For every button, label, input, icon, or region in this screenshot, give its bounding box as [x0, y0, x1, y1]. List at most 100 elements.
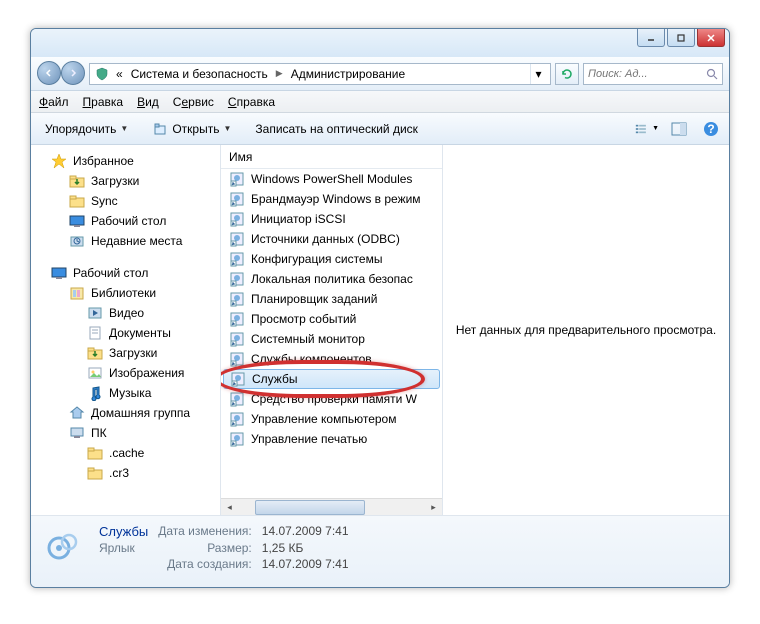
- navbar: « Система и безопасность ▶ Администриров…: [31, 57, 729, 91]
- sidebar-item-label: Загрузки: [109, 346, 157, 360]
- folder-icon: [87, 465, 103, 481]
- file-rows[interactable]: Windows PowerShell Modules Брандмауэр Win…: [221, 169, 442, 498]
- menu-view[interactable]: Вид: [137, 95, 159, 109]
- minimize-button[interactable]: [637, 29, 665, 47]
- file-row[interactable]: Конфигурация системы: [221, 249, 442, 269]
- docs-icon: [87, 325, 103, 341]
- sidebar-item[interactable]: ПК: [31, 423, 220, 443]
- address-dropdown[interactable]: ▾: [530, 64, 546, 84]
- menu-tools[interactable]: Сервис: [173, 95, 214, 109]
- details-size-label: Размер:: [158, 541, 252, 555]
- sidebar-item-label: Рабочий стол: [91, 214, 166, 228]
- menu-file[interactable]: ФФайлайл: [39, 95, 69, 109]
- sidebar-item[interactable]: Sync: [31, 191, 220, 211]
- shortcut-icon: [229, 211, 245, 227]
- burn-button[interactable]: Записать на оптический диск: [247, 117, 426, 141]
- back-button[interactable]: [37, 61, 61, 85]
- file-row[interactable]: Управление компьютером: [221, 409, 442, 429]
- sidebar-item[interactable]: Избранное: [31, 151, 220, 171]
- sidebar-item[interactable]: Загрузки: [31, 171, 220, 191]
- file-row[interactable]: Windows PowerShell Modules: [221, 169, 442, 189]
- menu-edit[interactable]: Правка: [83, 95, 124, 109]
- sidebar-item[interactable]: .cache: [31, 443, 220, 463]
- sidebar[interactable]: ИзбранноеЗагрузкиSyncРабочий столНедавни…: [31, 145, 221, 515]
- preview-text: Нет данных для предварительного просмотр…: [456, 323, 716, 337]
- search-icon: [706, 68, 718, 80]
- file-row[interactable]: Просмотр событий: [221, 309, 442, 329]
- file-row[interactable]: Брандмауэр Windows в режим: [221, 189, 442, 209]
- help-button[interactable]: ?: [699, 118, 723, 140]
- sidebar-item[interactable]: Видео: [31, 303, 220, 323]
- file-row[interactable]: Источники данных (ODBC): [221, 229, 442, 249]
- sidebar-item-label: Музыка: [109, 386, 151, 400]
- sidebar-item[interactable]: Музыка: [31, 383, 220, 403]
- details-datemod-label: Дата изменения:: [158, 524, 252, 539]
- file-name: Windows PowerShell Modules: [251, 172, 412, 186]
- sidebar-item[interactable]: Изображения: [31, 363, 220, 383]
- file-row[interactable]: Локальная политика безопас: [221, 269, 442, 289]
- file-row[interactable]: Службы: [223, 369, 440, 389]
- shortcut-icon: [229, 291, 245, 307]
- images-icon: [87, 365, 103, 381]
- file-row[interactable]: Службы компонентов: [221, 349, 442, 369]
- maximize-button[interactable]: [667, 29, 695, 47]
- shortcut-icon: [229, 171, 245, 187]
- close-button[interactable]: [697, 29, 725, 47]
- details-datecr: 14.07.2009 7:41: [262, 557, 349, 571]
- music-icon: [87, 385, 103, 401]
- file-row[interactable]: Планировщик заданий: [221, 289, 442, 309]
- search-box[interactable]: [583, 63, 723, 85]
- pc-icon: [69, 425, 85, 441]
- breadcrumb-prefix[interactable]: «: [114, 67, 125, 81]
- shortcut-icon: [229, 331, 245, 347]
- file-row[interactable]: Управление печатью: [221, 429, 442, 449]
- toolbar: Упорядочить▼ Открыть▼ Записать на оптиче…: [31, 113, 729, 145]
- search-input[interactable]: [588, 68, 706, 80]
- sidebar-item-label: ПК: [91, 426, 107, 440]
- column-header[interactable]: Имя: [221, 145, 442, 169]
- sidebar-item[interactable]: Рабочий стол: [31, 211, 220, 231]
- file-list: Имя Windows PowerShell Modules Брандмауэр…: [221, 145, 443, 515]
- details-icon: [39, 524, 87, 572]
- sidebar-item[interactable]: Загрузки: [31, 343, 220, 363]
- file-row[interactable]: Средство проверки памяти W: [221, 389, 442, 409]
- sidebar-item[interactable]: Библиотеки: [31, 283, 220, 303]
- preview-pane: Нет данных для предварительного просмотр…: [443, 145, 729, 515]
- address-bar[interactable]: « Система и безопасность ▶ Администриров…: [89, 63, 551, 85]
- sidebar-item-label: Домашняя группа: [91, 406, 190, 420]
- file-row[interactable]: Системный монитор: [221, 329, 442, 349]
- sidebar-item[interactable]: Недавние места: [31, 231, 220, 251]
- preview-pane-button[interactable]: [667, 118, 691, 140]
- horizontal-scrollbar[interactable]: ◂▸: [221, 498, 442, 515]
- breadcrumb-1[interactable]: Система и безопасность: [129, 67, 270, 81]
- view-mode-button[interactable]: ▼: [635, 118, 659, 140]
- open-icon: [152, 121, 168, 137]
- sidebar-item[interactable]: .cr3: [31, 463, 220, 483]
- recent-icon: [69, 233, 85, 249]
- desktop-icon: [69, 213, 85, 229]
- file-name: Брандмауэр Windows в режим: [251, 192, 421, 206]
- details-name: Службы: [99, 524, 148, 539]
- sidebar-item[interactable]: Документы: [31, 323, 220, 343]
- breadcrumb-2[interactable]: Администрирование: [289, 67, 407, 81]
- sidebar-item-label: Избранное: [73, 154, 134, 168]
- shortcut-icon: [229, 351, 245, 367]
- menu-help[interactable]: Справка: [228, 95, 275, 109]
- shortcut-icon: [229, 311, 245, 327]
- home-icon: [69, 405, 85, 421]
- sidebar-item-label: Рабочий стол: [73, 266, 148, 280]
- shortcut-icon: [230, 371, 246, 387]
- sidebar-item[interactable]: Рабочий стол: [31, 263, 220, 283]
- shortcut-icon: [229, 411, 245, 427]
- file-name: Конфигурация системы: [251, 252, 382, 266]
- organize-button[interactable]: Упорядочить▼: [37, 117, 136, 141]
- details-datemod: 14.07.2009 7:41: [262, 524, 349, 539]
- forward-button[interactable]: [61, 61, 85, 85]
- titlebar: [31, 29, 729, 57]
- refresh-button[interactable]: [555, 63, 579, 85]
- open-button[interactable]: Открыть▼: [144, 117, 239, 141]
- sidebar-item[interactable]: Домашняя группа: [31, 403, 220, 423]
- content: Имя Windows PowerShell Modules Брандмауэр…: [221, 145, 729, 515]
- file-row[interactable]: Инициатор iSCSI: [221, 209, 442, 229]
- folder-dl-icon: [69, 173, 85, 189]
